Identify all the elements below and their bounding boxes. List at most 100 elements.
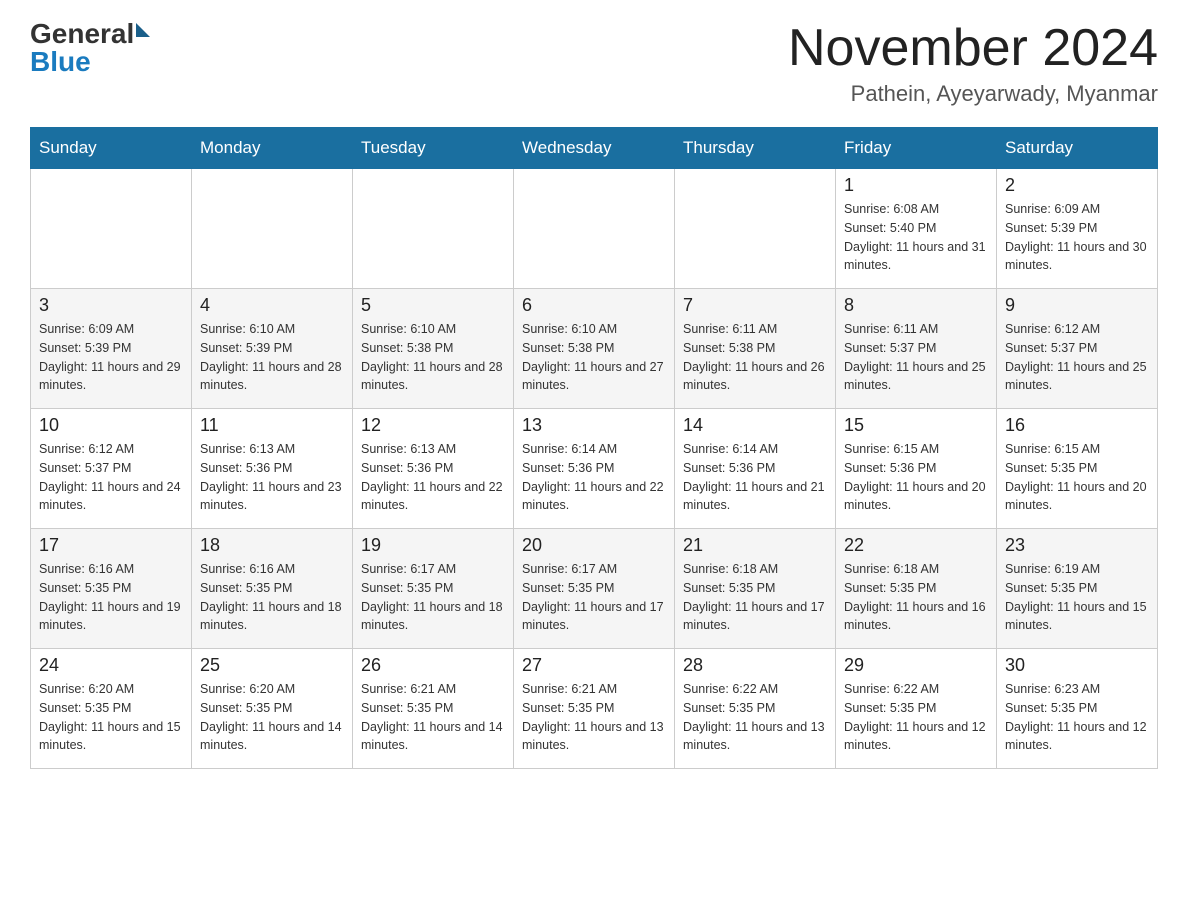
day-info: Sunrise: 6:19 AMSunset: 5:35 PMDaylight:… <box>1005 562 1147 632</box>
day-info: Sunrise: 6:12 AMSunset: 5:37 PMDaylight:… <box>39 442 181 512</box>
calendar-cell: 19 Sunrise: 6:17 AMSunset: 5:35 PMDaylig… <box>353 529 514 649</box>
calendar-week-row: 1 Sunrise: 6:08 AMSunset: 5:40 PMDayligh… <box>31 169 1158 289</box>
calendar-week-row: 3 Sunrise: 6:09 AMSunset: 5:39 PMDayligh… <box>31 289 1158 409</box>
logo-general: General <box>30 20 134 48</box>
calendar-cell: 13 Sunrise: 6:14 AMSunset: 5:36 PMDaylig… <box>514 409 675 529</box>
calendar-table: Sunday Monday Tuesday Wednesday Thursday… <box>30 127 1158 769</box>
calendar-cell: 8 Sunrise: 6:11 AMSunset: 5:37 PMDayligh… <box>836 289 997 409</box>
day-info: Sunrise: 6:16 AMSunset: 5:35 PMDaylight:… <box>200 562 342 632</box>
calendar-header-row: Sunday Monday Tuesday Wednesday Thursday… <box>31 128 1158 169</box>
col-thursday: Thursday <box>675 128 836 169</box>
day-info: Sunrise: 6:11 AMSunset: 5:37 PMDaylight:… <box>844 322 986 392</box>
calendar-cell: 21 Sunrise: 6:18 AMSunset: 5:35 PMDaylig… <box>675 529 836 649</box>
day-number: 6 <box>522 295 666 316</box>
day-info: Sunrise: 6:16 AMSunset: 5:35 PMDaylight:… <box>39 562 181 632</box>
calendar-cell: 25 Sunrise: 6:20 AMSunset: 5:35 PMDaylig… <box>192 649 353 769</box>
calendar-cell <box>353 169 514 289</box>
page-title: November 2024 <box>788 20 1158 77</box>
col-sunday: Sunday <box>31 128 192 169</box>
day-info: Sunrise: 6:23 AMSunset: 5:35 PMDaylight:… <box>1005 682 1147 752</box>
col-friday: Friday <box>836 128 997 169</box>
day-number: 26 <box>361 655 505 676</box>
logo-blue: Blue <box>30 46 91 77</box>
day-info: Sunrise: 6:14 AMSunset: 5:36 PMDaylight:… <box>522 442 664 512</box>
day-info: Sunrise: 6:10 AMSunset: 5:38 PMDaylight:… <box>361 322 503 392</box>
calendar-cell <box>192 169 353 289</box>
day-number: 2 <box>1005 175 1149 196</box>
day-number: 17 <box>39 535 183 556</box>
day-number: 9 <box>1005 295 1149 316</box>
day-info: Sunrise: 6:15 AMSunset: 5:35 PMDaylight:… <box>1005 442 1147 512</box>
calendar-cell: 26 Sunrise: 6:21 AMSunset: 5:35 PMDaylig… <box>353 649 514 769</box>
calendar-cell: 4 Sunrise: 6:10 AMSunset: 5:39 PMDayligh… <box>192 289 353 409</box>
day-number: 13 <box>522 415 666 436</box>
day-info: Sunrise: 6:15 AMSunset: 5:36 PMDaylight:… <box>844 442 986 512</box>
day-number: 18 <box>200 535 344 556</box>
day-number: 4 <box>200 295 344 316</box>
logo: General Blue <box>30 20 150 76</box>
calendar-cell: 20 Sunrise: 6:17 AMSunset: 5:35 PMDaylig… <box>514 529 675 649</box>
day-info: Sunrise: 6:10 AMSunset: 5:39 PMDaylight:… <box>200 322 342 392</box>
day-number: 5 <box>361 295 505 316</box>
calendar-week-row: 17 Sunrise: 6:16 AMSunset: 5:35 PMDaylig… <box>31 529 1158 649</box>
calendar-cell: 27 Sunrise: 6:21 AMSunset: 5:35 PMDaylig… <box>514 649 675 769</box>
col-saturday: Saturday <box>997 128 1158 169</box>
day-info: Sunrise: 6:17 AMSunset: 5:35 PMDaylight:… <box>522 562 664 632</box>
day-info: Sunrise: 6:22 AMSunset: 5:35 PMDaylight:… <box>683 682 825 752</box>
day-number: 29 <box>844 655 988 676</box>
day-info: Sunrise: 6:09 AMSunset: 5:39 PMDaylight:… <box>39 322 181 392</box>
day-number: 7 <box>683 295 827 316</box>
page-header: General Blue November 2024 Pathein, Ayey… <box>30 20 1158 107</box>
calendar-cell: 17 Sunrise: 6:16 AMSunset: 5:35 PMDaylig… <box>31 529 192 649</box>
calendar-cell: 28 Sunrise: 6:22 AMSunset: 5:35 PMDaylig… <box>675 649 836 769</box>
day-number: 19 <box>361 535 505 556</box>
col-monday: Monday <box>192 128 353 169</box>
calendar-cell <box>514 169 675 289</box>
day-info: Sunrise: 6:17 AMSunset: 5:35 PMDaylight:… <box>361 562 503 632</box>
calendar-cell: 16 Sunrise: 6:15 AMSunset: 5:35 PMDaylig… <box>997 409 1158 529</box>
day-info: Sunrise: 6:12 AMSunset: 5:37 PMDaylight:… <box>1005 322 1147 392</box>
calendar-cell <box>31 169 192 289</box>
logo-arrow-icon <box>136 23 150 37</box>
day-number: 15 <box>844 415 988 436</box>
calendar-week-row: 24 Sunrise: 6:20 AMSunset: 5:35 PMDaylig… <box>31 649 1158 769</box>
calendar-cell: 24 Sunrise: 6:20 AMSunset: 5:35 PMDaylig… <box>31 649 192 769</box>
calendar-cell: 23 Sunrise: 6:19 AMSunset: 5:35 PMDaylig… <box>997 529 1158 649</box>
calendar-cell: 5 Sunrise: 6:10 AMSunset: 5:38 PMDayligh… <box>353 289 514 409</box>
day-info: Sunrise: 6:14 AMSunset: 5:36 PMDaylight:… <box>683 442 825 512</box>
page-subtitle: Pathein, Ayeyarwady, Myanmar <box>788 81 1158 107</box>
day-info: Sunrise: 6:08 AMSunset: 5:40 PMDaylight:… <box>844 202 986 272</box>
col-tuesday: Tuesday <box>353 128 514 169</box>
day-info: Sunrise: 6:20 AMSunset: 5:35 PMDaylight:… <box>39 682 181 752</box>
day-number: 28 <box>683 655 827 676</box>
day-info: Sunrise: 6:20 AMSunset: 5:35 PMDaylight:… <box>200 682 342 752</box>
day-info: Sunrise: 6:13 AMSunset: 5:36 PMDaylight:… <box>361 442 503 512</box>
day-number: 21 <box>683 535 827 556</box>
day-number: 22 <box>844 535 988 556</box>
calendar-cell: 14 Sunrise: 6:14 AMSunset: 5:36 PMDaylig… <box>675 409 836 529</box>
calendar-cell: 10 Sunrise: 6:12 AMSunset: 5:37 PMDaylig… <box>31 409 192 529</box>
calendar-cell: 12 Sunrise: 6:13 AMSunset: 5:36 PMDaylig… <box>353 409 514 529</box>
day-number: 16 <box>1005 415 1149 436</box>
calendar-cell: 2 Sunrise: 6:09 AMSunset: 5:39 PMDayligh… <box>997 169 1158 289</box>
calendar-week-row: 10 Sunrise: 6:12 AMSunset: 5:37 PMDaylig… <box>31 409 1158 529</box>
calendar-cell: 1 Sunrise: 6:08 AMSunset: 5:40 PMDayligh… <box>836 169 997 289</box>
title-block: November 2024 Pathein, Ayeyarwady, Myanm… <box>788 20 1158 107</box>
day-number: 23 <box>1005 535 1149 556</box>
day-number: 1 <box>844 175 988 196</box>
calendar-cell: 18 Sunrise: 6:16 AMSunset: 5:35 PMDaylig… <box>192 529 353 649</box>
calendar-cell: 3 Sunrise: 6:09 AMSunset: 5:39 PMDayligh… <box>31 289 192 409</box>
col-wednesday: Wednesday <box>514 128 675 169</box>
day-number: 10 <box>39 415 183 436</box>
day-info: Sunrise: 6:11 AMSunset: 5:38 PMDaylight:… <box>683 322 825 392</box>
calendar-cell: 30 Sunrise: 6:23 AMSunset: 5:35 PMDaylig… <box>997 649 1158 769</box>
day-info: Sunrise: 6:18 AMSunset: 5:35 PMDaylight:… <box>844 562 986 632</box>
calendar-cell: 29 Sunrise: 6:22 AMSunset: 5:35 PMDaylig… <box>836 649 997 769</box>
day-info: Sunrise: 6:18 AMSunset: 5:35 PMDaylight:… <box>683 562 825 632</box>
day-info: Sunrise: 6:21 AMSunset: 5:35 PMDaylight:… <box>522 682 664 752</box>
day-number: 11 <box>200 415 344 436</box>
day-info: Sunrise: 6:13 AMSunset: 5:36 PMDaylight:… <box>200 442 342 512</box>
day-number: 14 <box>683 415 827 436</box>
day-info: Sunrise: 6:21 AMSunset: 5:35 PMDaylight:… <box>361 682 503 752</box>
day-number: 12 <box>361 415 505 436</box>
